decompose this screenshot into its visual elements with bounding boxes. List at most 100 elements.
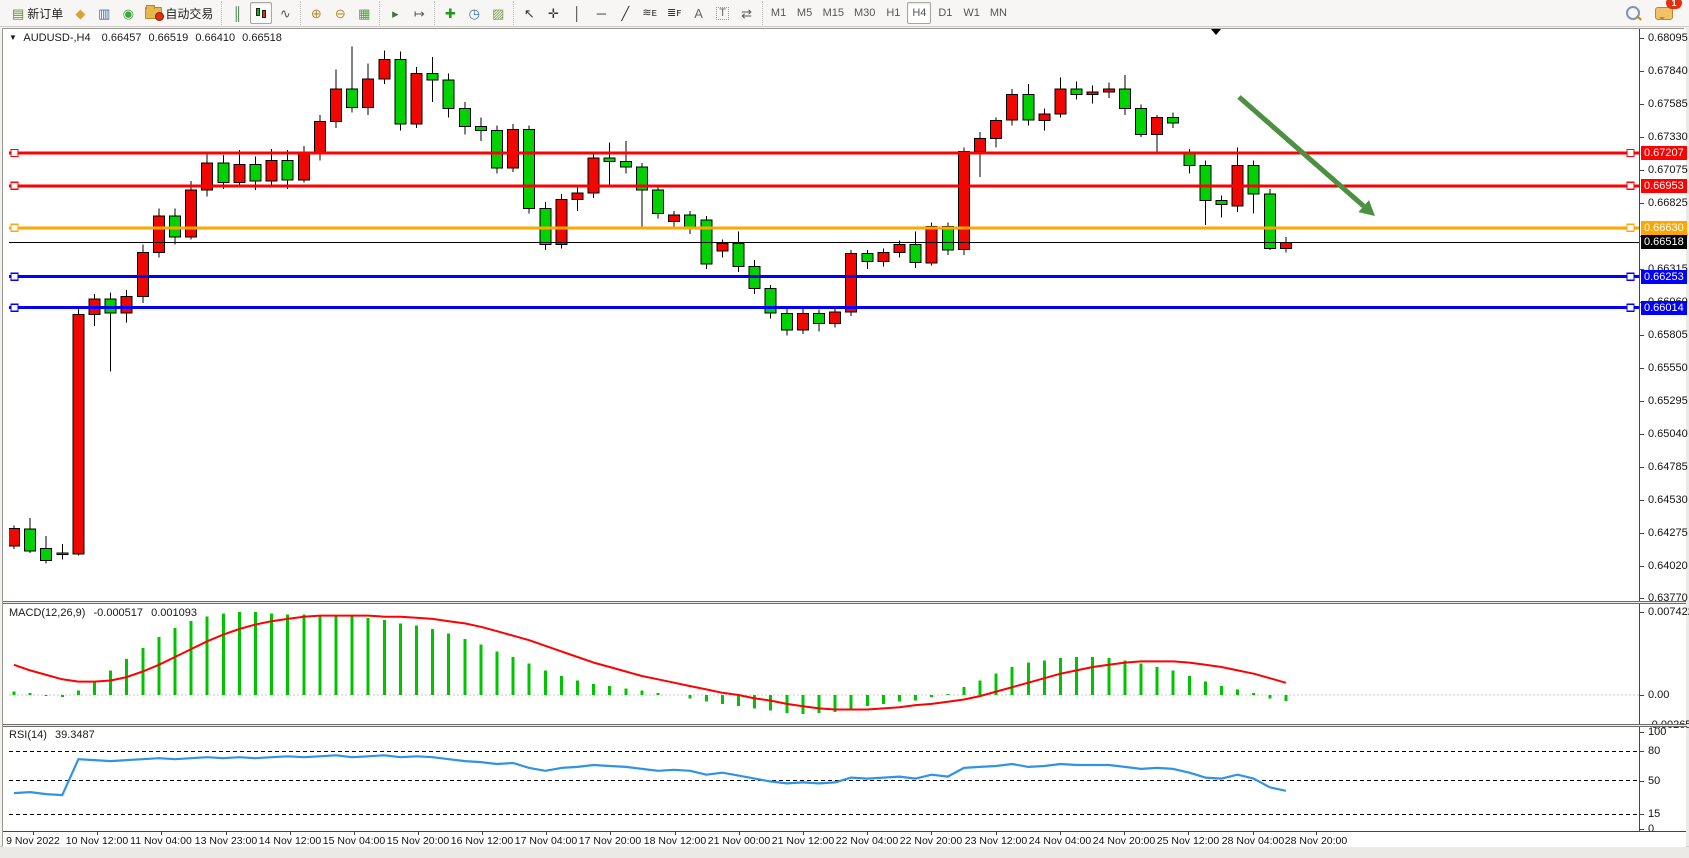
candle bbox=[137, 252, 148, 296]
timeframe-M1[interactable]: M1 bbox=[767, 2, 791, 24]
candle bbox=[1103, 89, 1114, 92]
oneclick-collapse-icon[interactable]: ▼ bbox=[9, 33, 17, 42]
trendline-button[interactable]: ╱ bbox=[614, 2, 636, 24]
candle bbox=[314, 122, 325, 154]
timeframe-M5[interactable]: M5 bbox=[793, 2, 817, 24]
line-handle[interactable] bbox=[1627, 273, 1634, 280]
cursor-button[interactable]: ↖ bbox=[518, 2, 540, 24]
bar-chart-button[interactable]: ║ bbox=[226, 2, 248, 24]
line-chart-button[interactable]: ∿ bbox=[274, 2, 296, 24]
candle bbox=[942, 227, 953, 250]
time-label: 21 Nov 00:00 bbox=[708, 835, 770, 847]
macd-panel-canvas[interactable] bbox=[9, 604, 1639, 724]
navigator-icon: ◉ bbox=[123, 7, 134, 20]
axis-tick-mark bbox=[1640, 104, 1644, 105]
line-handle[interactable] bbox=[11, 304, 18, 311]
time-label: 15 Nov 04:00 bbox=[323, 835, 385, 847]
price-tick: 0.64530 bbox=[1648, 494, 1688, 506]
line-handle[interactable] bbox=[1627, 182, 1634, 189]
timeframe-MN[interactable]: MN bbox=[986, 2, 1011, 24]
candle bbox=[266, 160, 277, 181]
text-button[interactable]: A bbox=[688, 2, 710, 24]
navigator-button[interactable]: ◉ bbox=[117, 2, 139, 24]
vertical-line-button[interactable]: │ bbox=[566, 2, 588, 24]
tile-windows-button[interactable]: ▦ bbox=[353, 2, 375, 24]
rsi-panel-canvas[interactable] bbox=[9, 727, 1639, 831]
axis-tick-mark bbox=[1640, 335, 1644, 336]
zoom-in-button[interactable]: ⊕ bbox=[305, 2, 327, 24]
line-handle[interactable] bbox=[11, 182, 18, 189]
timeframe-M15[interactable]: M15 bbox=[819, 2, 848, 24]
chart-shift-marker-icon[interactable] bbox=[1211, 29, 1221, 35]
line-handle[interactable] bbox=[1627, 224, 1634, 231]
auto-scroll-button[interactable]: ▸ bbox=[384, 2, 406, 24]
price-tick: 0.65550 bbox=[1648, 362, 1688, 374]
timeframe-H1[interactable]: H1 bbox=[881, 2, 905, 24]
panel-splitter-rsi[interactable] bbox=[3, 724, 1686, 727]
line-handle[interactable] bbox=[1627, 304, 1634, 311]
price-axis[interactable]: 0.680950.678400.675850.673300.670750.668… bbox=[1639, 29, 1686, 831]
chart-shift-button[interactable]: ↦ bbox=[408, 2, 430, 24]
market-watch-button[interactable]: ◆ bbox=[69, 2, 91, 24]
rsi-name: RSI(14) bbox=[9, 729, 47, 741]
templates-button[interactable]: ▨ bbox=[487, 2, 509, 24]
line-handle[interactable] bbox=[11, 273, 18, 280]
axis-tick-mark bbox=[1640, 533, 1644, 534]
panel-splitter-macd[interactable] bbox=[3, 601, 1686, 604]
candle bbox=[604, 158, 615, 162]
candle bbox=[1264, 194, 1275, 248]
candle bbox=[9, 528, 20, 546]
candle bbox=[1280, 242, 1291, 248]
zoom-out-button[interactable]: ⊖ bbox=[329, 2, 351, 24]
price-tick: 0.67075 bbox=[1648, 164, 1688, 176]
timeframe-M30[interactable]: M30 bbox=[850, 2, 879, 24]
search-button[interactable] bbox=[1622, 2, 1644, 24]
axis-tick-mark bbox=[1640, 566, 1644, 567]
new-order-button[interactable]: ▤ 新订单 bbox=[8, 2, 67, 24]
line-handle[interactable] bbox=[1627, 150, 1634, 157]
autotrading-button[interactable]: 自动交易 bbox=[141, 2, 217, 24]
fibonacci-button[interactable]: ≣ꜰ bbox=[663, 2, 686, 24]
time-label: 16 Nov 12:00 bbox=[451, 835, 513, 847]
candle bbox=[926, 227, 937, 263]
ohlc-close: 0.66518 bbox=[242, 32, 282, 44]
autotrading-icon bbox=[145, 7, 162, 19]
trend-arrow[interactable] bbox=[1239, 97, 1375, 216]
equidistant-channel-icon: ≋ᴇ bbox=[642, 8, 657, 19]
bar-chart-icon: ║ bbox=[233, 7, 242, 20]
equidistant-channel-button[interactable]: ≋ᴇ bbox=[638, 2, 661, 24]
candle bbox=[508, 129, 519, 168]
chart-window[interactable]: ▼ AUDUSD-,H4 0.66457 0.66519 0.66410 0.6… bbox=[2, 28, 1687, 846]
candlestick-button[interactable] bbox=[250, 2, 272, 24]
axis-tick-mark bbox=[1640, 38, 1644, 39]
price-chart-canvas[interactable] bbox=[9, 31, 1639, 601]
indicators-button[interactable]: ✚ bbox=[439, 2, 461, 24]
candle bbox=[717, 243, 728, 251]
time-label: 17 Nov 20:00 bbox=[579, 835, 641, 847]
candle bbox=[830, 312, 841, 324]
candle bbox=[1119, 89, 1130, 108]
timeframe-W1[interactable]: W1 bbox=[959, 2, 984, 24]
arrows-button[interactable]: ⇄ bbox=[736, 2, 758, 24]
crosshair-button[interactable]: ✛ bbox=[542, 2, 564, 24]
timeframe-D1[interactable]: D1 bbox=[933, 2, 957, 24]
text-label-button[interactable]: T bbox=[712, 2, 734, 24]
auto-scroll-icon: ▸ bbox=[392, 7, 399, 20]
candle bbox=[1087, 92, 1098, 95]
candlestick-icon bbox=[255, 6, 267, 20]
candle bbox=[250, 164, 261, 181]
data-window-button[interactable]: ▥ bbox=[93, 2, 115, 24]
data-window-icon: ▥ bbox=[98, 7, 110, 20]
line-handle[interactable] bbox=[11, 224, 18, 231]
candle bbox=[765, 289, 776, 314]
candle bbox=[653, 190, 664, 213]
notifications-button[interactable]: 1 bbox=[1651, 2, 1677, 24]
time-axis[interactable]: 9 Nov 202210 Nov 12:0011 Nov 04:0013 Nov… bbox=[3, 831, 1686, 847]
axis-tick-mark bbox=[1640, 401, 1644, 402]
timeframe-H4[interactable]: H4 bbox=[907, 2, 931, 24]
axis-tick-mark bbox=[1640, 612, 1644, 613]
horizontal-line-button[interactable]: ─ bbox=[590, 2, 612, 24]
periods-button[interactable]: ◷ bbox=[463, 2, 485, 24]
time-label: 21 Nov 12:00 bbox=[772, 835, 834, 847]
line-handle[interactable] bbox=[11, 150, 18, 157]
